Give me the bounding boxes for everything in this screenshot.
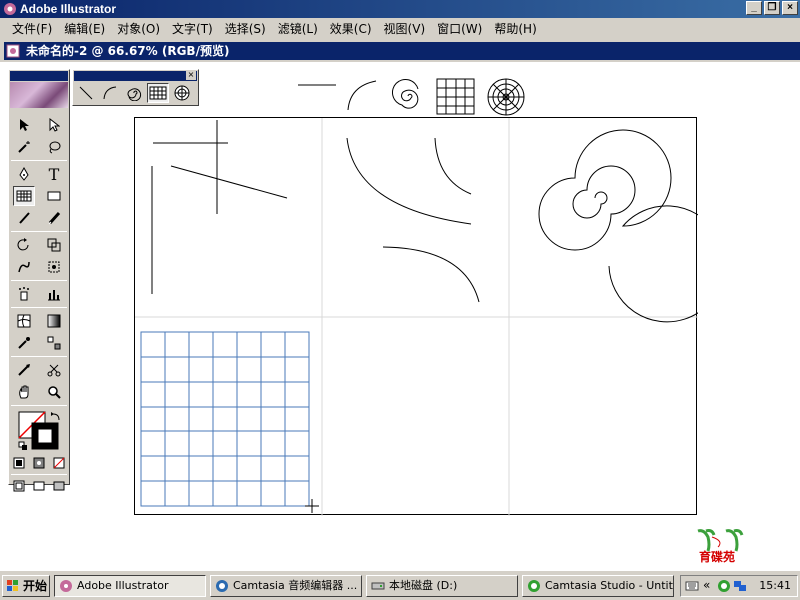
illustrator-app-icon (4, 3, 16, 15)
taskbar-item-label: Adobe Illustrator (77, 579, 169, 592)
menu-window[interactable]: 窗口(W) (431, 20, 488, 37)
taskbar-item-label: 本地磁盘 (D:) (389, 579, 458, 592)
clock[interactable]: 15:41 (759, 579, 791, 592)
direct-selection-tool-icon[interactable] (43, 115, 65, 135)
taskbar-item-local-disk[interactable]: 本地磁盘 (D:) (366, 575, 518, 597)
crosshair-cursor (305, 499, 319, 513)
document-window: 未命名的-2 @ 66.67% (RGB/预览) (0, 38, 800, 62)
line-segment-tool-icon[interactable] (75, 83, 97, 103)
taskbar-item-camtasia-audio[interactable]: Camtasia 音频编辑器 ... (210, 575, 362, 597)
windows-flag-icon (7, 580, 18, 591)
sample-grid (436, 78, 475, 115)
zoom-tool-icon[interactable] (43, 382, 65, 402)
pen-tool-icon[interactable] (13, 164, 35, 184)
taskbar-item-camtasia-studio[interactable]: Camtasia Studio - Untitl... (522, 575, 674, 597)
document-title-bar[interactable]: 未命名的-2 @ 66.67% (RGB/预览) (4, 42, 800, 60)
taskbar: 开始 Adobe Illustrator Camtasia 音频编辑器 ... … (0, 570, 800, 600)
slice-tool-icon[interactable] (13, 360, 35, 380)
gradient-mode-icon[interactable] (32, 456, 46, 470)
logo-text: 育碟苑 (699, 550, 736, 564)
mesh-tool-icon[interactable] (13, 311, 35, 331)
standard-screen-mode-icon[interactable] (12, 479, 26, 493)
full-screen-menu-mode-icon[interactable] (32, 479, 46, 493)
camtasia-studio-icon (528, 580, 540, 592)
artboard[interactable] (134, 117, 726, 516)
paintbrush-tool-icon[interactable] (13, 208, 35, 228)
pencil-tool-icon[interactable] (43, 208, 65, 228)
drawn-rectangular-grid (140, 331, 310, 507)
color-mode-icon[interactable] (12, 456, 26, 470)
scissors-tool-icon[interactable] (43, 360, 65, 380)
full-screen-mode-icon[interactable] (52, 479, 66, 493)
keyboard-icon[interactable] (685, 579, 699, 593)
column-graph-tool-icon[interactable] (43, 284, 65, 304)
lasso-tool-icon[interactable] (43, 137, 65, 157)
drawn-arcs (346, 137, 480, 303)
sample-polar-grid (487, 78, 525, 116)
scale-tool-icon[interactable] (43, 235, 65, 255)
menu-file[interactable]: 文件(F) (6, 20, 58, 37)
artboard-drawing (135, 118, 726, 516)
none-mode-icon[interactable] (52, 456, 66, 470)
menu-bar: 文件(F) 编辑(E) 对象(O) 文字(T) 选择(S) 滤镜(L) 效果(C… (0, 18, 800, 38)
warp-tool-icon[interactable] (13, 257, 35, 277)
menu-type[interactable]: 文字(T) (166, 20, 219, 37)
free-transform-tool-icon[interactable] (43, 257, 65, 277)
start-button[interactable]: 开始 (2, 575, 50, 597)
palette-title-bar[interactable]: × (74, 71, 197, 81)
menu-select[interactable]: 选择(S) (219, 20, 272, 37)
toolbox-panel: T (8, 69, 70, 492)
hand-tool-icon[interactable] (13, 382, 35, 402)
minimize-button[interactable]: _ (746, 1, 762, 15)
system-tray: « 15:41 (680, 575, 798, 597)
menu-filter[interactable]: 滤镜(L) (272, 20, 324, 37)
start-label: 开始 (23, 579, 48, 593)
spiral-tool-icon[interactable] (123, 83, 145, 103)
taskbar-item-label: Camtasia 音频编辑器 ... (233, 579, 358, 592)
menu-effect[interactable]: 效果(C) (324, 20, 378, 37)
polar-grid-tool-icon[interactable] (171, 83, 193, 103)
rectangle-tool-icon[interactable] (43, 186, 65, 206)
tray-expand-chevron[interactable]: « (703, 578, 710, 592)
drawn-lines (151, 120, 288, 294)
illustrator-task-icon (60, 580, 72, 592)
restore-button[interactable]: ❐ (764, 1, 780, 15)
symbol-sprayer-tool-icon[interactable] (13, 284, 35, 304)
camtasia-tray-icon[interactable] (717, 579, 731, 593)
gradient-tool-icon[interactable] (43, 311, 65, 331)
menu-edit[interactable]: 编辑(E) (58, 20, 111, 37)
document-icon (6, 44, 20, 58)
line-tools-palette: × (72, 69, 199, 106)
selection-tool-icon[interactable] (13, 115, 35, 135)
camtasia-audio-icon (216, 580, 228, 592)
toolbox-title-bar[interactable] (10, 71, 68, 81)
arc-tool-icon[interactable] (99, 83, 121, 103)
app-title: Adobe Illustrator (20, 2, 117, 16)
palette-close-button[interactable]: × (186, 71, 196, 80)
menu-view[interactable]: 视图(V) (378, 20, 432, 37)
sample-shapes (298, 78, 525, 116)
network-icon[interactable] (733, 579, 747, 593)
drive-icon (371, 582, 385, 590)
blend-tool-icon[interactable] (43, 333, 65, 353)
rectangular-grid-tool-icon[interactable] (13, 186, 35, 206)
rectangular-grid-tool-icon[interactable] (147, 83, 169, 103)
menu-object[interactable]: 对象(O) (111, 20, 166, 37)
document-title: 未命名的-2 @ 66.67% (RGB/预览) (26, 44, 230, 58)
drawn-spiral (538, 129, 726, 323)
sample-spiral (391, 78, 419, 109)
menu-help[interactable]: 帮助(H) (488, 20, 542, 37)
type-tool-icon[interactable]: T (43, 164, 65, 184)
fill-stroke-swatches (9, 408, 69, 454)
sample-arc (347, 80, 377, 111)
toolbox-logo-image[interactable] (10, 82, 68, 108)
eyedropper-tool-icon[interactable] (13, 333, 35, 353)
taskbar-item-label: Camtasia Studio - Untitl... (545, 579, 674, 592)
magic-wand-tool-icon[interactable] (13, 137, 35, 157)
close-button[interactable]: × (782, 1, 798, 15)
rotate-tool-icon[interactable] (13, 235, 35, 255)
taskbar-item-illustrator[interactable]: Adobe Illustrator (54, 575, 206, 597)
app-title-bar: Adobe Illustrator _ ❐ × (0, 0, 800, 18)
